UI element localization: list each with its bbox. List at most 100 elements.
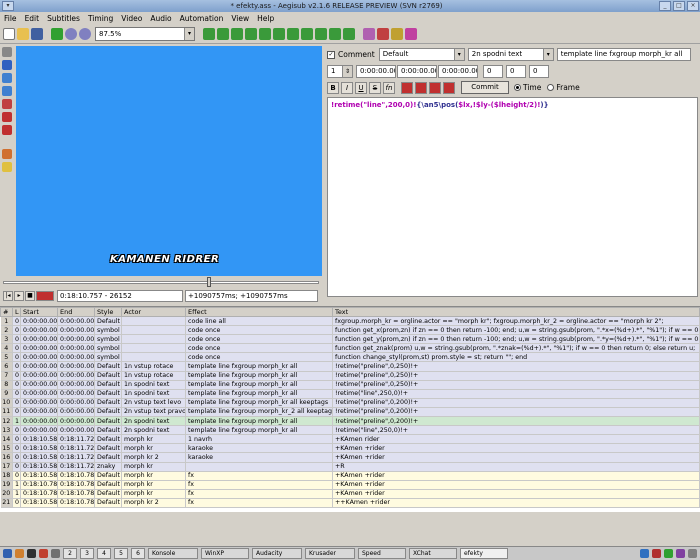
table-row[interactable]: 18 0 0:18:10.58 0:18:10.78 Default morph kr fx…	[0, 471, 700, 481]
col-header-style[interactable]: Style	[94, 307, 122, 317]
desktop-4[interactable]: 4	[97, 548, 111, 559]
menu-file[interactable]: File	[4, 14, 17, 23]
sort-icon[interactable]	[377, 28, 389, 40]
menu-view[interactable]: View	[231, 14, 249, 23]
table-row[interactable]: 12 1 0:00:00.00 0:00:00.00 Default 2n spodni …	[0, 416, 700, 427]
subtitle-text-area[interactable]: !retime("line",200,0)!{\an5\pos($lx,!$ly…	[327, 97, 698, 297]
commit-button[interactable]: Commit	[461, 81, 509, 94]
table-row[interactable]: 19 1 0:18:10.78 0:18:10.78 Default morph kr fx…	[0, 480, 700, 490]
strikeout-button[interactable]: S	[369, 81, 381, 94]
seek-thumb[interactable]	[207, 277, 211, 287]
zoom-in-icon[interactable]	[65, 28, 77, 40]
col-header-text[interactable]: Text	[332, 307, 700, 317]
options-icon[interactable]	[363, 28, 375, 40]
terminal-icon[interactable]	[27, 549, 36, 558]
desktop-3[interactable]: 3	[80, 548, 94, 559]
table-row[interactable]: 4 0 0:00:00.00 0:00:00.00 symbol code once fun…	[0, 343, 700, 354]
shadow-color-icon[interactable]	[443, 81, 455, 94]
task-winxp[interactable]: WinXP	[201, 548, 249, 559]
table-row[interactable]: 15 0 0:18:10.58 0:18:11.72 Default morph kr ka…	[0, 443, 700, 454]
table-row[interactable]: 7 0 0:00:00.00 0:00:00.00 Default 1n vstup ro…	[0, 371, 700, 381]
open-file-icon[interactable]	[17, 28, 29, 40]
vector-clip-icon[interactable]	[2, 125, 12, 135]
lock-icon[interactable]	[391, 28, 403, 40]
bulb-icon[interactable]	[2, 162, 12, 172]
menu-help[interactable]: Help	[257, 14, 274, 23]
table-row[interactable]: 10 0 0:00:00.00 0:00:00.00 Default 2n vstup t…	[0, 398, 700, 408]
window-menu-button[interactable]: ▾	[2, 1, 14, 11]
margin-right-field[interactable]: 0	[506, 65, 526, 78]
task-speed[interactable]: Speed	[358, 548, 406, 559]
close-button[interactable]: ×	[687, 1, 699, 11]
stop-button[interactable]: ■	[25, 291, 35, 301]
save-file-icon[interactable]	[31, 28, 43, 40]
standard-tool-icon[interactable]	[2, 47, 12, 57]
zoom-out-icon[interactable]	[79, 28, 91, 40]
italic-button[interactable]: I	[341, 81, 353, 94]
table-row[interactable]: 1 0 0:00:00.00 0:00:00.00 Default code line a…	[0, 316, 700, 327]
table-row[interactable]: 6 0 0:00:00.00 0:00:00.00 Default 1n vstup ro…	[0, 361, 700, 372]
video-position-field[interactable]: 0:18:10.757 - 26152	[57, 290, 183, 302]
start-menu-icon[interactable]	[3, 549, 12, 558]
help-icon[interactable]	[405, 28, 417, 40]
realtime-icon[interactable]	[2, 149, 12, 159]
properties-icon[interactable]	[203, 28, 215, 40]
end-time-field[interactable]: 0:00:00.00	[397, 65, 437, 78]
frame-radio[interactable]	[547, 84, 555, 91]
task-xchat[interactable]: XChat	[409, 548, 457, 559]
primary-color-icon[interactable]	[401, 81, 413, 94]
table-row[interactable]: 21 0 0:18:10.58 0:18:10.78 Default morph kr 2…	[0, 498, 700, 508]
margin-vertical-field[interactable]: 0	[529, 65, 549, 78]
layer-spinner[interactable]: 1 ⇕	[327, 65, 353, 78]
underline-button[interactable]: U	[355, 81, 367, 94]
kanji-timer-icon[interactable]	[315, 28, 327, 40]
bold-button[interactable]: B	[327, 81, 339, 94]
col-header-actor[interactable]: Actor	[121, 307, 186, 317]
browser-icon[interactable]	[39, 549, 48, 558]
task-konsole[interactable]: Konsole	[148, 548, 198, 559]
outline-color-icon[interactable]	[429, 81, 441, 94]
new-file-icon[interactable]	[3, 28, 15, 40]
jump-to-icon[interactable]	[51, 28, 63, 40]
font-button[interactable]: fn	[383, 81, 395, 94]
desktop-6[interactable]: 6	[131, 548, 145, 559]
menu-automation[interactable]: Automation	[180, 14, 224, 23]
table-row[interactable]: 9 0 0:00:00.00 0:00:00.00 Default 1n spodni t…	[0, 389, 700, 399]
task-krusader[interactable]: Krusader	[305, 548, 355, 559]
fonts-collector-icon[interactable]	[231, 28, 243, 40]
table-row[interactable]: 16 0 0:18:10.58 0:18:11.72 Default morph kr 2…	[0, 452, 700, 463]
home-icon[interactable]	[15, 549, 24, 558]
secondary-color-icon[interactable]	[415, 81, 427, 94]
table-row[interactable]: 5 0 0:00:00.00 0:00:00.00 symbol code once fun…	[0, 352, 700, 363]
menu-timing[interactable]: Timing	[88, 14, 113, 23]
maximize-button[interactable]: □	[673, 1, 685, 11]
duration-field[interactable]: 0:00:00.00	[438, 65, 478, 78]
spell-checker-icon[interactable]	[343, 28, 355, 40]
attachments-icon[interactable]	[217, 28, 229, 40]
col-header-layer[interactable]: L	[12, 307, 21, 317]
automation-icon[interactable]	[245, 28, 257, 40]
scale-icon[interactable]	[2, 99, 12, 109]
styles-manager-icon[interactable]	[259, 28, 271, 40]
col-header-effect[interactable]: Effect	[185, 307, 333, 317]
desktop-2[interactable]: 2	[63, 548, 77, 559]
comment-checkbox[interactable]: ✓	[327, 50, 335, 59]
seek-track[interactable]	[3, 281, 319, 284]
col-header-number[interactable]: #	[0, 307, 13, 317]
pager-icon[interactable]	[51, 549, 60, 558]
table-row[interactable]: 8 0 0:00:00.00 0:00:00.00 Default 1n spodni t…	[0, 380, 700, 390]
clipboard-icon[interactable]	[676, 549, 685, 558]
margin-left-field[interactable]: 0	[483, 65, 503, 78]
task-efekty[interactable]: efekty	[460, 548, 508, 559]
video-seek-slider[interactable]	[0, 277, 322, 287]
menu-edit[interactable]: Edit	[25, 14, 40, 23]
menu-audio[interactable]: Audio	[150, 14, 171, 23]
style-select[interactable]: Default ▾	[378, 48, 465, 61]
translation-icon[interactable]	[273, 28, 285, 40]
zoom-select[interactable]: 87.5% ▾	[95, 27, 195, 41]
table-row[interactable]: 13 0 0:00:00.00 0:00:00.00 Default 2n spodni …	[0, 425, 700, 436]
task-audacity[interactable]: Audacity	[252, 548, 302, 559]
resample-icon[interactable]	[287, 28, 299, 40]
table-row[interactable]: 17 0 0:18:10.58 0:18:11.72 znaky morph kr +R	[0, 462, 700, 472]
table-row[interactable]: 20 1 0:18:10.78 0:18:10.78 Default morph kr fx…	[0, 489, 700, 499]
